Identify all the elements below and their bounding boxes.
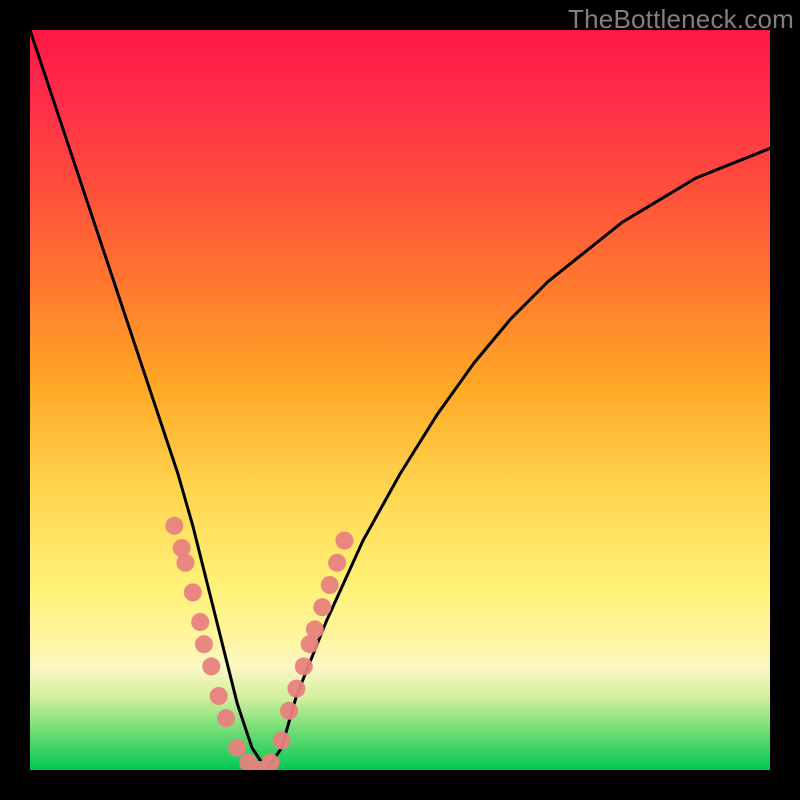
marker-group [165, 517, 353, 770]
marker-dot [202, 657, 220, 675]
marker-dot [313, 598, 331, 616]
marker-dot [228, 739, 246, 757]
bottleneck-curve-path [30, 30, 770, 770]
marker-dot [195, 635, 213, 653]
marker-dot [295, 657, 313, 675]
marker-dot [273, 731, 291, 749]
marker-dot [336, 532, 354, 550]
marker-dot [306, 620, 324, 638]
marker-dot [184, 583, 202, 601]
plot-area [30, 30, 770, 770]
marker-dot [165, 517, 183, 535]
marker-dot [321, 576, 339, 594]
marker-dot [280, 702, 298, 720]
chart-frame: TheBottleneck.com [0, 0, 800, 800]
marker-dot [328, 554, 346, 572]
marker-dot [217, 709, 235, 727]
marker-dot [287, 680, 305, 698]
marker-dot [210, 687, 228, 705]
bottleneck-curve-svg [30, 30, 770, 770]
marker-dot [176, 554, 194, 572]
marker-dot [191, 613, 209, 631]
watermark-text: TheBottleneck.com [568, 4, 794, 35]
